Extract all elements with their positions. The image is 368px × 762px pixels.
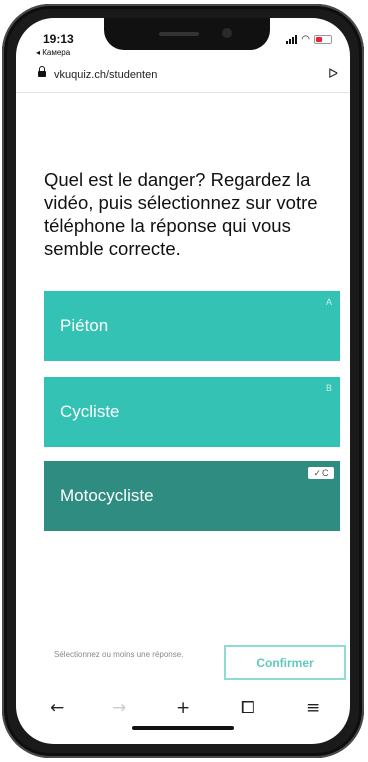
answer-letter: A <box>325 297 332 307</box>
new-tab-icon[interactable]: + <box>176 698 190 718</box>
back-to-app-link[interactable]: ◂ Камера <box>36 48 70 57</box>
answer-label: Motocycliste <box>60 486 154 505</box>
lock-icon <box>38 66 46 77</box>
signal-icon <box>286 35 298 44</box>
answer-letter: C <box>322 468 329 478</box>
notch <box>104 18 270 50</box>
selected-badge: ✓ C <box>308 467 334 479</box>
front-camera <box>222 28 232 38</box>
share-icon[interactable]: ᐅ <box>328 67 338 82</box>
wifi-icon: ◠ <box>301 34 310 45</box>
selection-hint: Sélectionnez ou moins une réponse. <box>54 650 184 659</box>
url-text[interactable]: vkuquiz.ch/studenten <box>54 69 157 81</box>
question-text: Quel est le danger? Regardez la vidéo, p… <box>44 169 318 259</box>
forward-arrow-icon[interactable]: → <box>112 698 126 718</box>
home-indicator[interactable] <box>132 726 234 730</box>
speaker <box>159 32 199 36</box>
status-time: 19:13 <box>43 32 74 46</box>
answer-option-b[interactable]: Cycliste B <box>44 377 340 447</box>
answer-option-a[interactable]: Piéton A <box>44 291 340 361</box>
address-bar[interactable]: vkuquiz.ch/studenten ᐅ <box>16 62 350 93</box>
confirm-button[interactable]: Confirmer <box>224 645 346 680</box>
tabs-icon[interactable]: ⧠ <box>241 698 255 718</box>
screen: 19:13 ◂ Камера ◠ vkuquiz.ch/studenten ᐅ … <box>16 18 350 744</box>
answer-label: Piéton <box>60 316 109 335</box>
answer-option-c[interactable]: Motocycliste ✓ C <box>44 461 340 531</box>
battery-icon <box>314 35 332 44</box>
menu-icon[interactable]: ≡ <box>306 698 320 718</box>
back-arrow-icon[interactable]: ← <box>50 698 64 718</box>
answer-letter: B <box>325 383 332 393</box>
check-icon: ✓ <box>313 467 322 478</box>
phone-frame: 19:13 ◂ Камера ◠ vkuquiz.ch/studenten ᐅ … <box>2 4 364 758</box>
browser-toolbar: ← → + ⧠ ≡ <box>16 690 350 730</box>
answer-label: Cycliste <box>60 402 120 421</box>
status-icons: ◠ <box>286 34 332 45</box>
